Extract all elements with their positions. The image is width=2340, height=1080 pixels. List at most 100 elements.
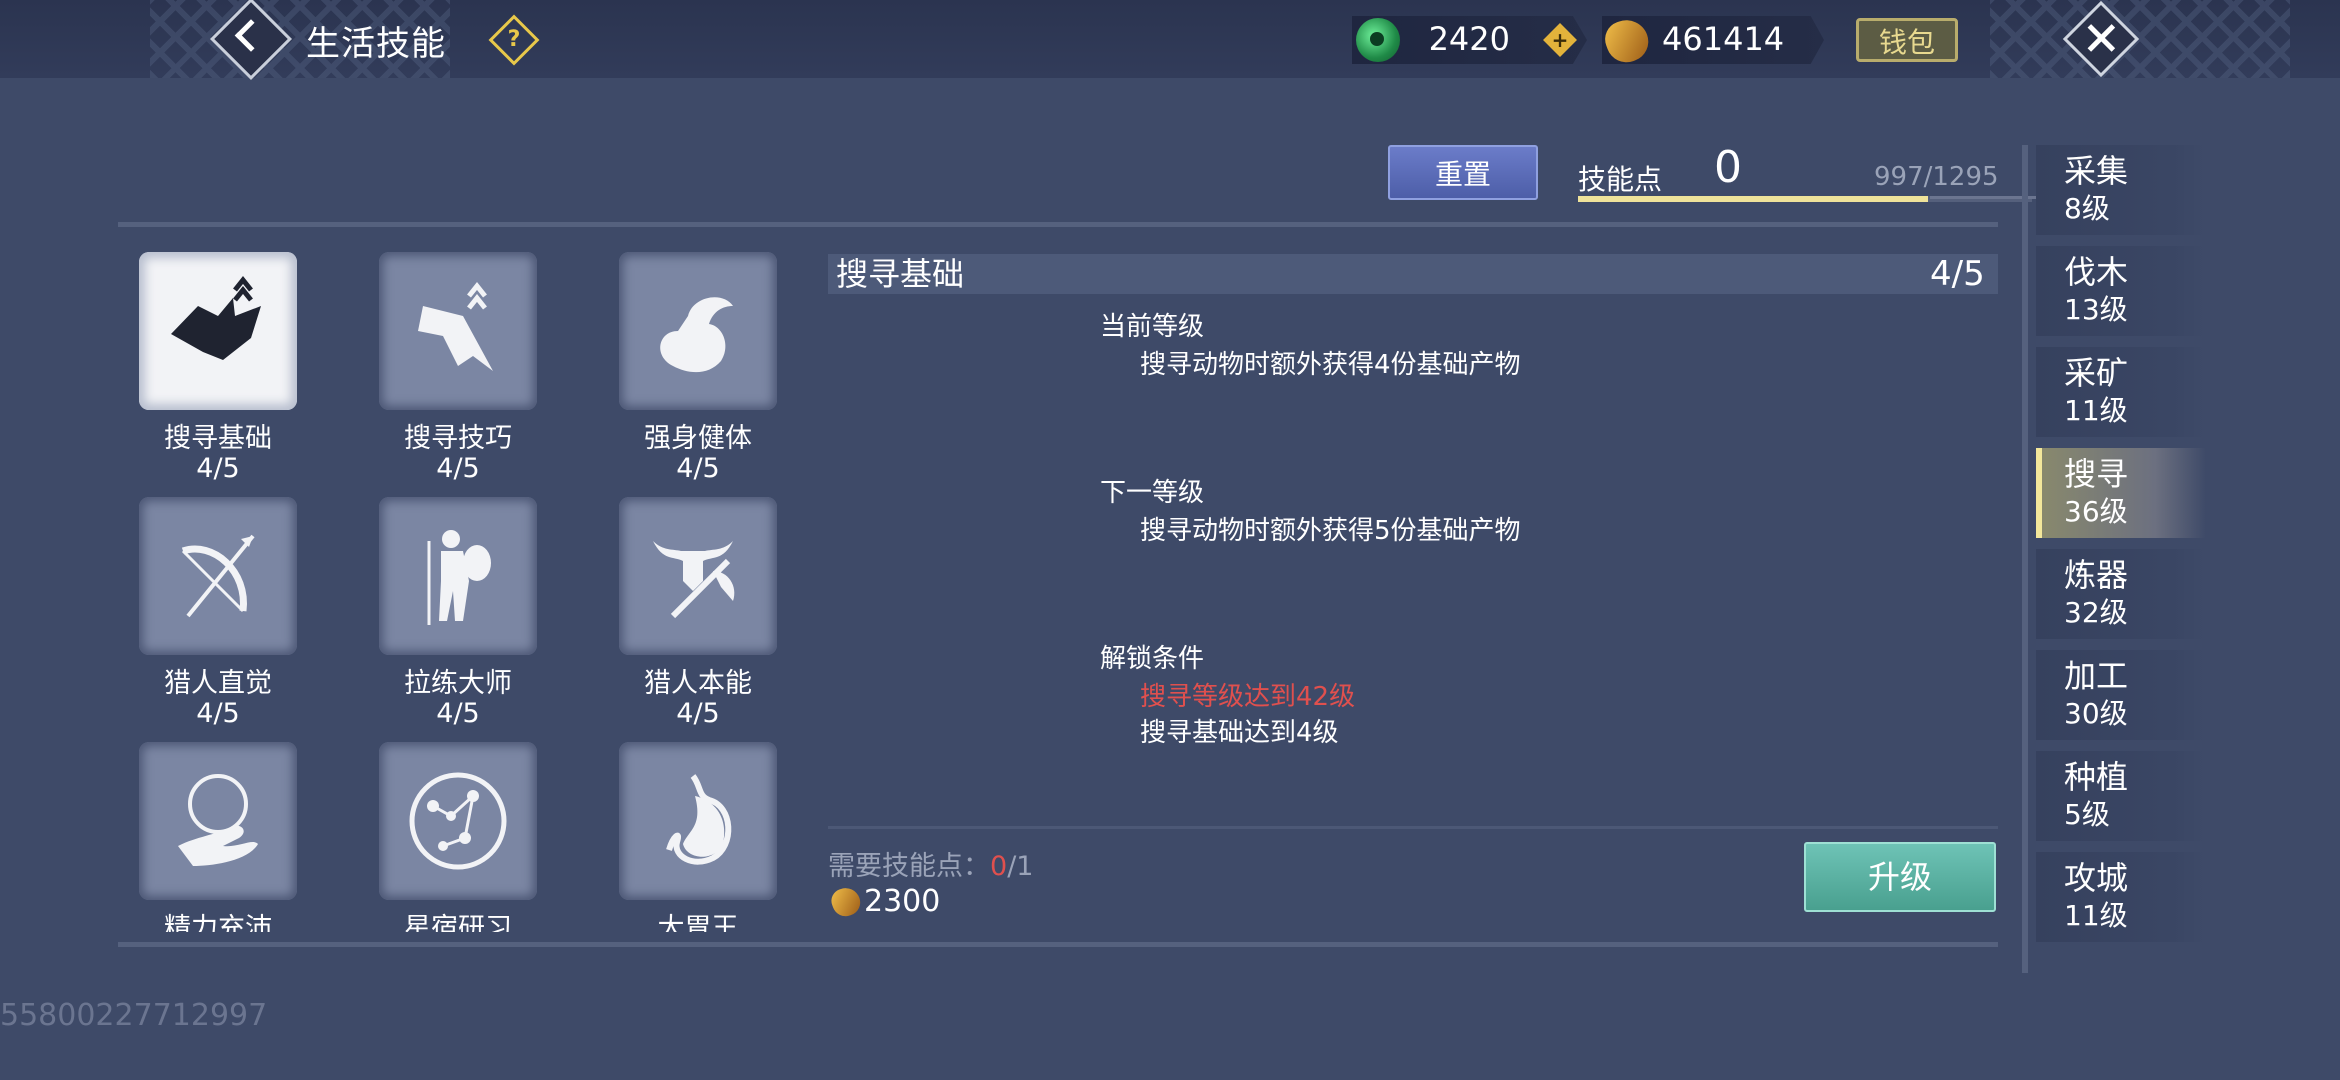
skill-level: 4/5 xyxy=(676,453,720,484)
skill-points-value: 0 xyxy=(1714,142,1742,193)
tab-level: 5级 xyxy=(2064,798,2110,831)
required-points-have: 0 xyxy=(990,851,1008,882)
tab-name: 采矿 xyxy=(2064,354,2129,392)
skill-tile[interactable] xyxy=(619,497,777,655)
required-points-label: 需要技能点： xyxy=(828,851,990,882)
skill-grid[interactable]: 搜寻基础 4/5 搜寻技巧 4/5 强身健体 4/5 猎人直觉 4/5 拉练大师… xyxy=(118,232,818,932)
tab-name: 伐木 xyxy=(2064,253,2129,291)
upgrade-button[interactable]: 升级 xyxy=(1804,842,1996,912)
tab-level: 11级 xyxy=(2064,394,2128,427)
current-level-text: 搜寻动物时额外获得4份基础产物 xyxy=(1140,350,1521,380)
tab-gathering[interactable]: 采集 8级 xyxy=(2036,145,2206,235)
tab-processing[interactable]: 加工 30级 xyxy=(2036,650,2206,740)
constellation-icon xyxy=(409,772,507,870)
next-level-title: 下一等级 xyxy=(1100,478,1205,508)
skill-level: 4/5 xyxy=(436,698,480,729)
skill-tile[interactable] xyxy=(139,252,297,410)
bow-arrow-icon xyxy=(181,534,255,618)
skill-name: 搜寻基础 xyxy=(164,423,272,454)
detail-header xyxy=(828,254,1998,294)
page-title: 生活技能 xyxy=(306,24,446,64)
tab-forging[interactable]: 炼器 32级 xyxy=(2036,549,2206,639)
add-jade-button[interactable]: + xyxy=(1543,23,1577,57)
skill-tile[interactable] xyxy=(379,497,537,655)
tab-mining[interactable]: 采矿 11级 xyxy=(2036,347,2206,437)
tab-level: 13级 xyxy=(2064,293,2128,326)
coin-amount: 461414 xyxy=(1662,20,1785,58)
skill-item[interactable]: 精力充沛 xyxy=(118,742,318,932)
skill-level: 4/5 xyxy=(436,453,480,484)
skill-level: 4/5 xyxy=(676,698,720,729)
next-level-text: 搜寻动物时额外获得5份基础产物 xyxy=(1140,516,1521,546)
skill-tile[interactable] xyxy=(379,252,537,410)
current-level-title: 当前等级 xyxy=(1100,312,1205,342)
skill-tile[interactable] xyxy=(619,252,777,410)
skill-tile[interactable] xyxy=(379,742,537,900)
tab-siege[interactable]: 攻城 11级 xyxy=(2036,852,2206,942)
tab-level: 30级 xyxy=(2064,697,2128,730)
sidebar-separator xyxy=(2022,145,2028,973)
skill-item[interactable]: 猎人本能 4/5 xyxy=(598,497,798,729)
skill-tile[interactable] xyxy=(619,742,777,900)
skill-name: 猎人本能 xyxy=(644,668,752,699)
skill-item[interactable]: 星宿研习 xyxy=(358,742,558,932)
skill-level: 4/5 xyxy=(196,453,240,484)
tab-name: 攻城 xyxy=(2064,859,2129,897)
tab-name: 炼器 xyxy=(2064,556,2129,594)
skill-name: 拉练大师 xyxy=(404,668,512,699)
skill-item[interactable]: 搜寻基础 4/5 xyxy=(118,252,318,484)
unlock-title: 解锁条件 xyxy=(1100,644,1205,674)
skill-name: 强身健体 xyxy=(644,423,752,454)
skill-points-label: 技能点 xyxy=(1578,163,1663,196)
skill-tile[interactable] xyxy=(139,742,297,900)
reset-button[interactable]: 重置 xyxy=(1388,145,1538,200)
user-id: 55800227712997 xyxy=(0,998,268,1033)
tab-level: 36级 xyxy=(2064,495,2128,528)
tab-planting[interactable]: 种植 5级 xyxy=(2036,751,2206,841)
seed-coin-icon xyxy=(828,884,864,920)
skull-axe-icon xyxy=(653,541,735,619)
skill-item[interactable]: 强身健体 4/5 xyxy=(598,252,798,484)
progress-fill xyxy=(1578,196,1928,202)
unlock-requirement: 搜寻基础达到4级 xyxy=(1140,718,1339,748)
tab-name: 采集 xyxy=(2064,152,2129,190)
tab-searching[interactable]: 搜寻 36级 xyxy=(2036,448,2206,538)
tab-level: 32级 xyxy=(2064,596,2128,629)
skill-name: 星宿研习 xyxy=(404,913,512,933)
tab-logging[interactable]: 伐木 13级 xyxy=(2036,246,2206,336)
hand-orb-icon xyxy=(178,774,258,866)
tab-name: 搜寻 xyxy=(2064,455,2129,493)
stomach-icon xyxy=(666,774,732,865)
wolf-head-icon xyxy=(171,276,261,360)
skill-item[interactable]: 拉练大师 4/5 xyxy=(358,497,558,729)
skill-tile[interactable] xyxy=(139,497,297,655)
skill-item[interactable]: 猎人直觉 4/5 xyxy=(118,497,318,729)
detail-skill-level: 4/5 xyxy=(1930,254,1985,294)
tab-name: 种植 xyxy=(2064,758,2129,796)
skill-name: 猎人直觉 xyxy=(164,668,272,699)
muscle-arm-icon xyxy=(660,297,733,373)
skill-item[interactable]: 大胃王 xyxy=(598,742,798,932)
skill-level: 4/5 xyxy=(196,698,240,729)
decorative-pattern xyxy=(1990,0,2290,78)
chevron-left-icon xyxy=(234,19,268,52)
detail-skill-name: 搜寻基础 xyxy=(836,255,965,293)
skill-name: 搜寻技巧 xyxy=(404,423,512,454)
jade-amount: 2420 xyxy=(1428,20,1510,58)
banner-rank-icon xyxy=(418,281,493,371)
traveler-icon xyxy=(427,530,491,625)
divider xyxy=(828,826,1998,829)
required-points: 需要技能点：0/1 xyxy=(828,844,1033,883)
skill-name: 大胃王 xyxy=(657,913,739,933)
skill-item[interactable]: 搜寻技巧 4/5 xyxy=(358,252,558,484)
question-icon: ? xyxy=(507,27,521,52)
wallet-button[interactable]: 钱包 xyxy=(1856,18,1958,62)
skill-name: 精力充沛 xyxy=(164,913,272,933)
required-points-total: /1 xyxy=(1007,851,1034,882)
plus-icon: + xyxy=(1551,28,1569,52)
progress-divider xyxy=(1930,196,2036,199)
unlock-requirement: 搜寻等级达到42级 xyxy=(1140,682,1356,712)
divider xyxy=(118,942,1998,947)
skill-points-progress-text: 997/1295 xyxy=(1874,162,1999,192)
tab-level: 8级 xyxy=(2064,192,2110,225)
